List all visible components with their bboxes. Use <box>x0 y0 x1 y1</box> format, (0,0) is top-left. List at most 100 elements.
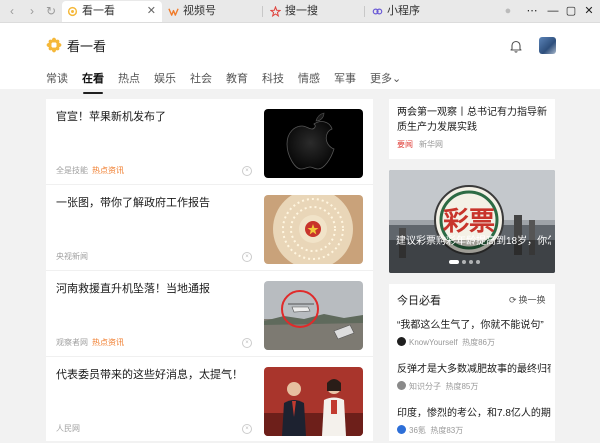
carousel-caption[interactable]: 建议彩票购彩年龄提高到18岁，你怎么看？ <box>396 232 551 247</box>
item-source: 知识分子 <box>409 382 441 391</box>
close-icon[interactable]: ✕ <box>147 1 156 22</box>
nav-item-qinggan[interactable]: 情感 <box>298 70 320 90</box>
mini-program-icon <box>372 8 383 15</box>
must-read-panel: 今日必看 ⟳ 换一换 “我都这么生气了，你就不能说句” KnowYourself … <box>389 284 555 441</box>
nav-item-redian[interactable]: 热点 <box>118 70 140 90</box>
article-source: 人民网 <box>56 424 80 433</box>
item-heat: 热度86万 <box>462 338 495 347</box>
article-meta: 央视新闻 <box>56 251 88 262</box>
more-icon[interactable]: ⋯ <box>524 3 540 19</box>
must-read-item-title[interactable]: 反弹才是大多数减肥故事的最终归宿 <box>397 363 551 377</box>
list-item[interactable]: 代表委员带来的这些好消息，太提气！ 人民网 × <box>46 357 373 443</box>
nav-item-jiaoyu[interactable]: 教育 <box>226 70 248 90</box>
article-title[interactable]: 一张图，带你了解政府工作报告 <box>56 195 254 211</box>
nav-item-keji[interactable]: 科技 <box>262 70 284 90</box>
item-source: 36氪 <box>409 426 426 435</box>
kanyikan-logo-icon <box>46 37 62 53</box>
source-badge-icon <box>397 425 406 434</box>
article-feed: 官宣！苹果新机发布了 全是技能 热点资讯 × 一张图，带你了解政府工作报告 央视新… <box>46 99 373 441</box>
refresh-button[interactable]: ⟳ 换一换 <box>509 293 546 306</box>
apple-logo-thumbnail[interactable] <box>264 109 363 178</box>
refresh-icon[interactable]: ↻ <box>43 3 59 19</box>
item-source: KnowYourself <box>409 338 458 347</box>
category-nav: 常读 在看 热点 娱乐 社会 教育 科技 情感 军事 更多⌄ <box>46 70 415 94</box>
carousel-dot[interactable] <box>469 260 473 264</box>
must-read-title: 今日必看 <box>397 295 441 307</box>
forward-icon[interactable]: › <box>24 3 40 19</box>
nav-item-junshi[interactable]: 军事 <box>334 70 356 90</box>
list-item[interactable]: 印度，惨烈的考公，和7.8亿人的期待 36氪 热度83万 <box>397 407 551 436</box>
article-title[interactable]: 官宣！苹果新机发布了 <box>56 109 254 125</box>
tab-kanyikan[interactable]: 看一看 ✕ <box>62 1 162 22</box>
article-title[interactable]: 代表委员带来的这些好消息，太提气！ <box>56 367 254 383</box>
news-carousel[interactable]: 彩票 建议彩票购彩年龄提高到18岁，你怎么看？ <box>389 170 555 273</box>
dislike-icon[interactable]: × <box>242 252 252 262</box>
tab-label: 看一看 <box>82 5 115 17</box>
back-icon[interactable]: ‹ <box>4 3 20 19</box>
tab-souyisou[interactable]: 搜一搜 <box>265 1 361 22</box>
must-read-item-meta: 知识分子 热度85万 <box>397 381 551 392</box>
source-badge-icon <box>397 337 406 346</box>
featured-source: 新华网 <box>419 140 443 149</box>
list-item[interactable]: 反弹才是大多数减肥故事的最终归宿 知识分子 热度85万 <box>397 363 551 392</box>
great-hall-ceiling-thumbnail[interactable] <box>264 195 363 264</box>
nav-item-more[interactable]: 更多⌄ <box>370 70 401 90</box>
dislike-icon[interactable]: × <box>242 338 252 348</box>
article-source: 观察者网 <box>56 338 88 347</box>
minimize-icon[interactable]: — <box>545 3 561 19</box>
browser-tab-bar: ‹ › ↻ 看一看 ✕ 视频号 搜一搜 小程序 ● ⋯ — ▢ ✕ <box>0 0 600 23</box>
window-close-icon[interactable]: ✕ <box>581 3 597 19</box>
article-meta: 观察者网 热点资讯 <box>56 337 124 348</box>
list-item[interactable]: “我都这么生气了，你就不能说句” KnowYourself 热度86万 <box>397 319 551 348</box>
nav-item-changdu[interactable]: 常读 <box>46 70 68 90</box>
refresh-icon: ⟳ <box>509 295 517 305</box>
dislike-icon[interactable]: × <box>242 166 252 176</box>
tab-separator <box>364 6 365 17</box>
must-read-item-meta: KnowYourself 热度86万 <box>397 337 551 348</box>
list-item[interactable]: 官宣！苹果新机发布了 全是技能 热点资讯 × <box>46 99 373 185</box>
refresh-label: 换一换 <box>518 295 546 305</box>
article-title[interactable]: 河南救援直升机坠落！当地通报 <box>56 281 254 297</box>
hot-label: 热点资讯 <box>92 166 124 175</box>
must-read-item-meta: 36氪 热度83万 <box>397 425 551 436</box>
article-source: 央视新闻 <box>56 252 88 261</box>
page-header: 看一看 常读 在看 热点 娱乐 社会 教育 科技 情感 军事 更多⌄ <box>0 23 600 94</box>
tab-separator <box>262 6 263 17</box>
nav-item-shehui[interactable]: 社会 <box>190 70 212 90</box>
dot-icon[interactable]: ● <box>500 3 516 19</box>
nav-item-yule[interactable]: 娱乐 <box>154 70 176 90</box>
article-meta: 全是技能 热点资讯 <box>56 165 124 176</box>
nav-item-zaikan[interactable]: 在看 <box>82 70 104 94</box>
featured-news-card[interactable]: 两会第一观察丨总书记有力指导新质生产力发展实践 要闻 新华网 <box>389 99 555 159</box>
search-star-icon <box>270 6 281 17</box>
dislike-icon[interactable]: × <box>242 424 252 434</box>
carousel-dot[interactable] <box>449 260 459 264</box>
helicopter-crash-thumbnail[interactable] <box>264 281 363 350</box>
bell-icon[interactable] <box>509 39 523 53</box>
maximize-icon[interactable]: ▢ <box>563 3 579 19</box>
must-read-item-title[interactable]: “我都这么生气了，你就不能说句” <box>397 319 551 333</box>
item-heat: 热度83万 <box>430 426 464 435</box>
featured-title[interactable]: 两会第一观察丨总书记有力指导新质生产力发展实践 <box>397 105 547 135</box>
video-channel-icon <box>168 8 179 16</box>
news-tag: 要闻 <box>397 140 413 149</box>
must-read-item-title[interactable]: 印度，惨烈的考公，和7.8亿人的期待 <box>397 407 551 421</box>
tab-label: 视频号 <box>183 5 216 17</box>
tab-xiaochengxu[interactable]: 小程序 <box>367 1 463 22</box>
avatar[interactable] <box>539 37 556 54</box>
carousel-dot[interactable] <box>476 260 480 264</box>
list-item[interactable]: 一张图，带你了解政府工作报告 央视新闻 × <box>46 185 373 271</box>
tab-label: 小程序 <box>387 5 420 17</box>
tab-shipinhao[interactable]: 视频号 <box>163 1 259 22</box>
list-item[interactable]: 河南救援直升机坠落！当地通报 观察者网 热点资讯 × <box>46 271 373 357</box>
article-source: 全是技能 <box>56 166 88 175</box>
carousel-dot[interactable] <box>462 260 466 264</box>
source-badge-icon <box>397 381 406 390</box>
delegates-thumbnail[interactable] <box>264 367 363 436</box>
page-title: 看一看 <box>67 39 107 54</box>
article-meta: 人民网 <box>56 423 80 434</box>
tab-label: 搜一搜 <box>285 5 318 17</box>
item-heat: 热度85万 <box>445 382 479 391</box>
kanyikan-icon <box>67 6 78 17</box>
carousel-dots <box>449 260 483 264</box>
